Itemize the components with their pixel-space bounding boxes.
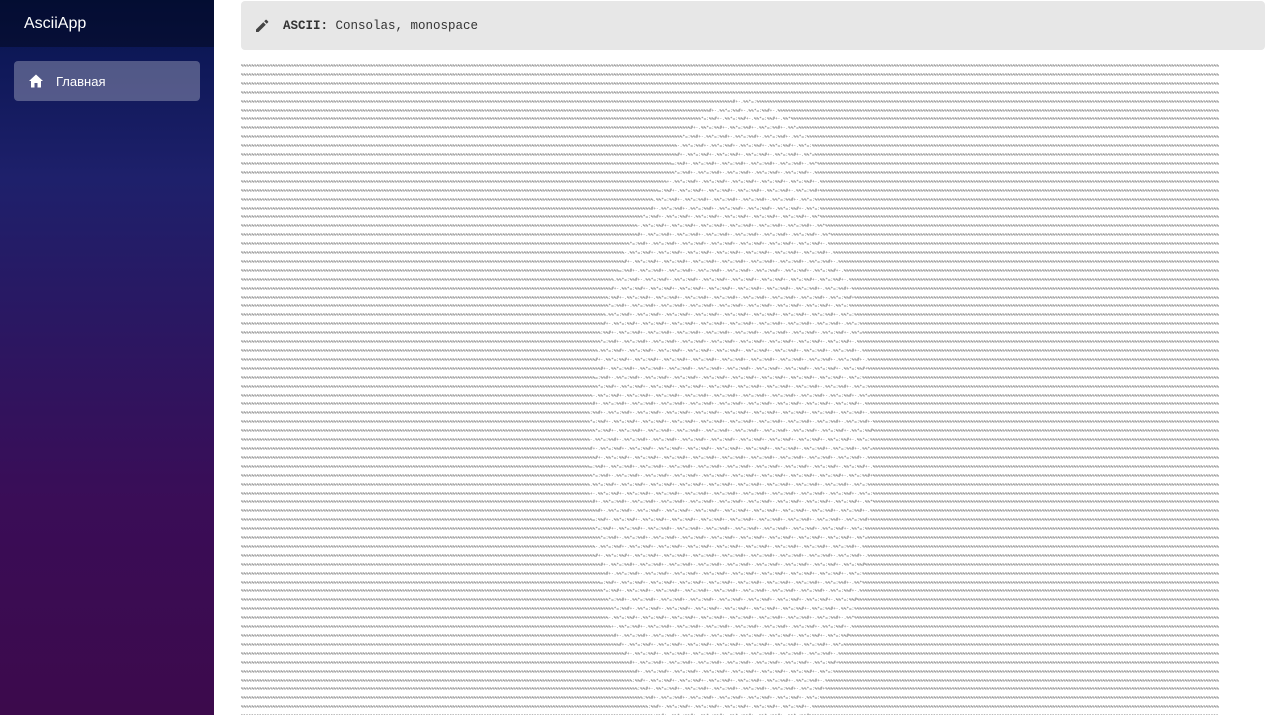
main-content: ASCII: Consolas, monospace %%%%%%%%%%%%%… [214, 0, 1280, 715]
sidebar-item-label: Главная [56, 73, 106, 89]
brand-bar: AsciiApp [0, 0, 214, 47]
sidebar: AsciiApp Главная [0, 0, 214, 715]
sidebar-nav: Главная [0, 47, 214, 101]
home-icon [28, 73, 44, 89]
app-brand[interactable]: AsciiApp [24, 15, 86, 33]
ascii-art-output[interactable]: %%%%%%%%%%%%%%%%%%%%%%%%%%%%%%%%%%%%%%%%… [241, 63, 1231, 715]
header-font-info: Consolas, monospace [335, 18, 479, 33]
header-label: ASCII: [283, 18, 329, 33]
ascii-art-text: %%%%%%%%%%%%%%%%%%%%%%%%%%%%%%%%%%%%%%%%… [241, 64, 1220, 715]
ascii-header: ASCII: Consolas, monospace [241, 1, 1265, 50]
header-text: ASCII: Consolas, monospace [283, 19, 478, 33]
pencil-icon[interactable] [255, 19, 269, 33]
sidebar-item-home[interactable]: Главная [14, 61, 200, 101]
app-window: AsciiApp Главная ASCII: Consolas, monosp… [0, 0, 1280, 715]
